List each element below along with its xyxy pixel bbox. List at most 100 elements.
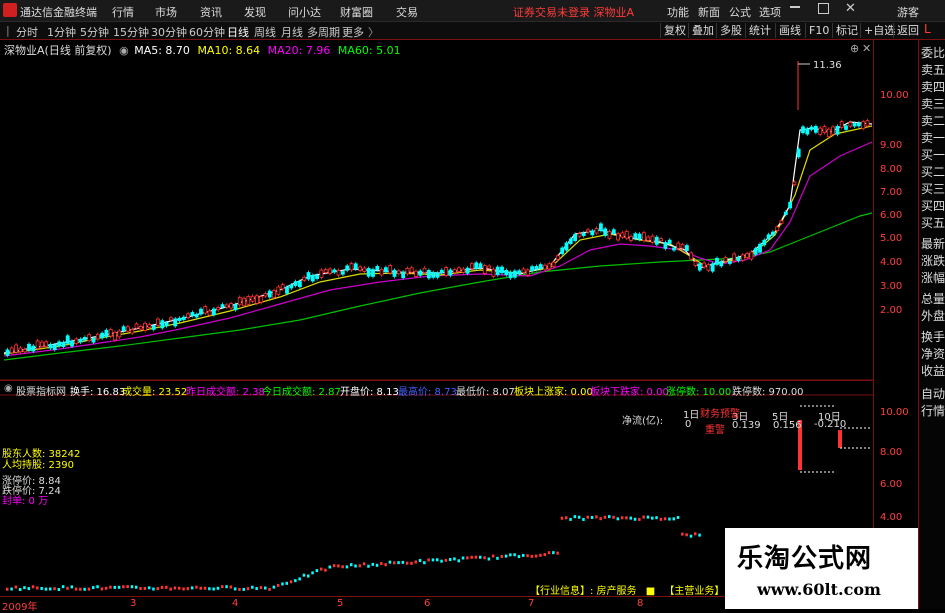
candle-body xyxy=(181,316,186,320)
tab-1min[interactable]: 1分钟 xyxy=(47,24,76,40)
rp-buy4[interactable]: 买四 xyxy=(921,199,945,213)
high-value: 最高价: 8.73 xyxy=(398,387,457,398)
menu-gongshi[interactable]: 公式 xyxy=(729,4,751,20)
rp-net-assets[interactable]: 净资 xyxy=(921,347,945,361)
tab-60min[interactable]: 60分钟 xyxy=(189,24,225,40)
rp-sell3[interactable]: 卖三 xyxy=(921,97,945,111)
stair-block xyxy=(83,587,86,591)
rp-auto[interactable]: 自动 xyxy=(921,387,945,401)
zoom-icon[interactable]: ⊕ xyxy=(850,42,859,55)
indicator-name[interactable]: 股票指标网 xyxy=(16,383,66,398)
candle-body xyxy=(405,268,410,275)
rp-sell4[interactable]: 卖四 xyxy=(921,80,945,94)
stair-block xyxy=(620,516,624,520)
rp-weibi[interactable]: 委比 xyxy=(921,46,945,60)
price-chart[interactable]: 11.36 xyxy=(0,40,873,596)
tab-30min[interactable]: 30分钟 xyxy=(151,24,187,40)
btn-f10[interactable]: F10 xyxy=(805,23,832,38)
settings-icon[interactable]: ◉ xyxy=(119,44,129,57)
menu-gongneng[interactable]: 功能 xyxy=(667,4,689,20)
candle-body xyxy=(362,267,367,272)
tab-monthly[interactable]: 月线 xyxy=(281,24,303,40)
price-axis: 10.00 9.00 8.00 7.00 6.00 5.00 4.00 3.00… xyxy=(873,40,918,609)
stair-block xyxy=(186,587,190,591)
btn-diejia[interactable]: 叠加 xyxy=(688,23,717,38)
rp-sell5[interactable]: 卖五 xyxy=(921,63,945,77)
candle-body xyxy=(418,270,423,276)
candle-body xyxy=(138,326,143,330)
more-arrow-icon[interactable]: 〉 xyxy=(368,24,379,40)
stair-block xyxy=(117,585,121,589)
stair-block xyxy=(689,534,693,538)
candle-body xyxy=(40,341,44,348)
menu-wenxiaoda[interactable]: 问小达 xyxy=(288,4,321,20)
candle-body xyxy=(319,269,324,278)
candle-body xyxy=(650,235,655,243)
rp-change-pct[interactable]: 涨幅 xyxy=(921,271,945,285)
btn-biaoji[interactable]: 标记 xyxy=(832,23,861,38)
rp-buy3[interactable]: 买三 xyxy=(921,182,945,196)
menu-faxian[interactable]: 发现 xyxy=(244,4,266,20)
rp-latest[interactable]: 最新 xyxy=(921,237,945,251)
rp-sell2[interactable]: 卖二 xyxy=(921,114,945,128)
stair-block xyxy=(573,515,577,519)
close-icon[interactable]: ✕ xyxy=(845,1,856,16)
candle-body xyxy=(439,269,444,273)
maximize-icon[interactable] xyxy=(818,3,829,14)
btn-fuquan[interactable]: 复权 xyxy=(660,23,689,38)
tab-weekly[interactable]: 周线 xyxy=(254,24,276,40)
tab-multi-period[interactable]: 多周期 xyxy=(307,24,340,40)
tab-5min[interactable]: 5分钟 xyxy=(80,24,109,40)
btn-duogu[interactable]: 多股 xyxy=(716,23,745,38)
menu-shichang[interactable]: 市场 xyxy=(155,4,177,20)
candle-body xyxy=(702,262,706,268)
menu-jiaoyi[interactable]: 交易 xyxy=(396,4,418,20)
btn-tongji[interactable]: 统计 xyxy=(745,23,774,38)
menu-hangqing[interactable]: 行情 xyxy=(112,4,134,20)
tab-fenshi[interactable]: 分时 xyxy=(16,24,38,40)
menu-xuanxiang[interactable]: 选项 xyxy=(759,4,781,20)
stair-block xyxy=(208,587,211,591)
rp-sell1[interactable]: 卖一 xyxy=(921,131,945,145)
rp-turnover[interactable]: 换手 xyxy=(921,330,945,344)
indicator-settings-icon[interactable]: ◉ xyxy=(4,383,13,394)
login-notice[interactable]: 证券交易未登录 深物业A xyxy=(513,4,634,20)
stair-block xyxy=(182,587,185,591)
menu-xinmian[interactable]: 新面 xyxy=(698,4,720,20)
rp-earnings[interactable]: 收益 xyxy=(921,364,945,378)
rp-outer[interactable]: 外盘 xyxy=(921,309,945,323)
ma10-value: MA10: 8.64 xyxy=(197,44,261,57)
candle-body xyxy=(728,261,732,264)
stair-block xyxy=(414,560,417,564)
tab-15min[interactable]: 15分钟 xyxy=(113,24,149,40)
btn-fanhui[interactable]: 返回 xyxy=(893,23,922,38)
minimize-icon[interactable] xyxy=(790,6,800,8)
candle-body xyxy=(676,242,681,249)
guest-label[interactable]: 游客 xyxy=(897,4,919,20)
stair-block xyxy=(466,556,469,560)
stair-block xyxy=(375,563,379,567)
candle-body xyxy=(250,295,255,302)
tab-daily[interactable]: 日线 xyxy=(227,24,249,40)
rp-quote[interactable]: 行情 xyxy=(921,404,945,418)
menu-zixun[interactable]: 资讯 xyxy=(200,4,222,20)
candle-body xyxy=(186,313,191,318)
stair-block xyxy=(371,562,374,566)
candle-body xyxy=(637,233,642,240)
close-chart-icon[interactable]: ✕ xyxy=(862,42,871,55)
rp-buy2[interactable]: 买二 xyxy=(921,165,945,179)
rp-change[interactable]: 涨跌 xyxy=(921,254,945,268)
rp-buy5[interactable]: 买五 xyxy=(921,216,945,230)
rp-volume[interactable]: 总量 xyxy=(921,292,945,306)
stair-block xyxy=(10,587,13,591)
rp-buy1[interactable]: 买一 xyxy=(921,148,945,162)
tab-more[interactable]: 更多 xyxy=(342,24,364,40)
candle-body xyxy=(113,331,117,341)
menu-caifuquan[interactable]: 财富圈 xyxy=(340,4,373,20)
candle-body xyxy=(435,272,440,278)
btn-huaxian[interactable]: 画线 xyxy=(775,23,804,38)
finance-warning: 财务预警 xyxy=(700,409,740,420)
candle-body xyxy=(444,267,449,276)
candle-body xyxy=(771,231,775,236)
stair-block xyxy=(289,580,293,584)
